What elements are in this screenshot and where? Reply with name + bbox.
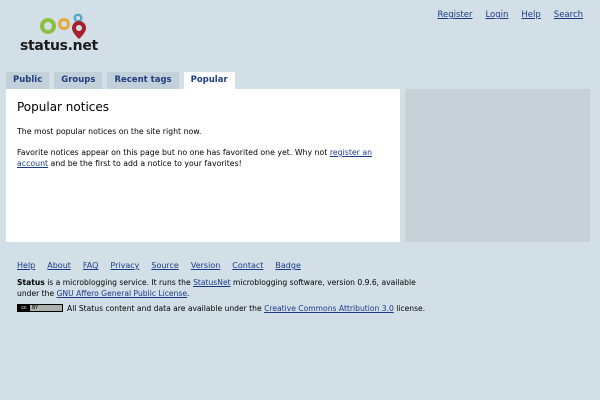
footer-navigation: Help About FAQ Privacy Source Version Co… (17, 261, 301, 270)
page-title: Popular notices (17, 100, 110, 114)
intro-text: The most popular notices on the site rig… (17, 127, 202, 136)
cc-license-badge-icon[interactable]: cc BY (17, 304, 63, 312)
tab-public[interactable]: Public (6, 72, 50, 89)
empty-message: Favorite notices appear on this page but… (17, 147, 389, 169)
footer-about-link[interactable]: About (47, 261, 71, 270)
cc-badge-by: BY (32, 305, 39, 311)
about-text-1: is a microblogging service. It runs the (44, 278, 194, 287)
site-name: Status (17, 278, 45, 287)
agpl-link[interactable]: GNU Affero General Public License (57, 289, 188, 298)
search-link[interactable]: Search (554, 10, 583, 20)
license-text: cc BY All Status content and data are avai… (17, 303, 437, 314)
footer-badge-link[interactable]: Badge (275, 261, 300, 270)
cc-badge-mark: cc (18, 305, 30, 311)
statusnet-link[interactable]: StatusNet (193, 278, 231, 287)
empty-message-after: and be the first to add a notice to your… (48, 159, 242, 168)
tab-popular[interactable]: Popular (183, 72, 235, 89)
about-text: Status is a microblogging service. It ru… (17, 277, 437, 299)
about-text-3: . (187, 289, 190, 298)
timeline-tabs: Public Groups Recent tags Popular (6, 72, 235, 89)
footer-faq-link[interactable]: FAQ (83, 261, 99, 270)
tab-groups[interactable]: Groups (54, 72, 103, 89)
logo-text: status.net (20, 38, 98, 54)
footer-help-link[interactable]: Help (17, 261, 35, 270)
footer-source-link[interactable]: Source (151, 261, 178, 270)
footer-contact-link[interactable]: Contact (232, 261, 263, 270)
sidebar (405, 89, 590, 242)
license-text-1: All Status content and data are availabl… (67, 304, 265, 313)
footer-version-link[interactable]: Version (191, 261, 220, 270)
tab-recent-tags[interactable]: Recent tags (107, 72, 179, 89)
top-navigation: Register Login Help Search (437, 10, 583, 20)
site-logo[interactable]: status.net (18, 10, 118, 56)
creative-commons-link[interactable]: Creative Commons Attribution 3.0 (264, 304, 394, 313)
license-text-2: license. (393, 304, 426, 313)
footer-privacy-link[interactable]: Privacy (110, 261, 139, 270)
empty-message-before: Favorite notices appear on this page but… (17, 148, 330, 157)
help-link[interactable]: Help (521, 10, 540, 20)
register-link[interactable]: Register (437, 10, 472, 20)
login-link[interactable]: Login (485, 10, 508, 20)
main-content: Popular notices The most popular notices… (6, 89, 400, 242)
